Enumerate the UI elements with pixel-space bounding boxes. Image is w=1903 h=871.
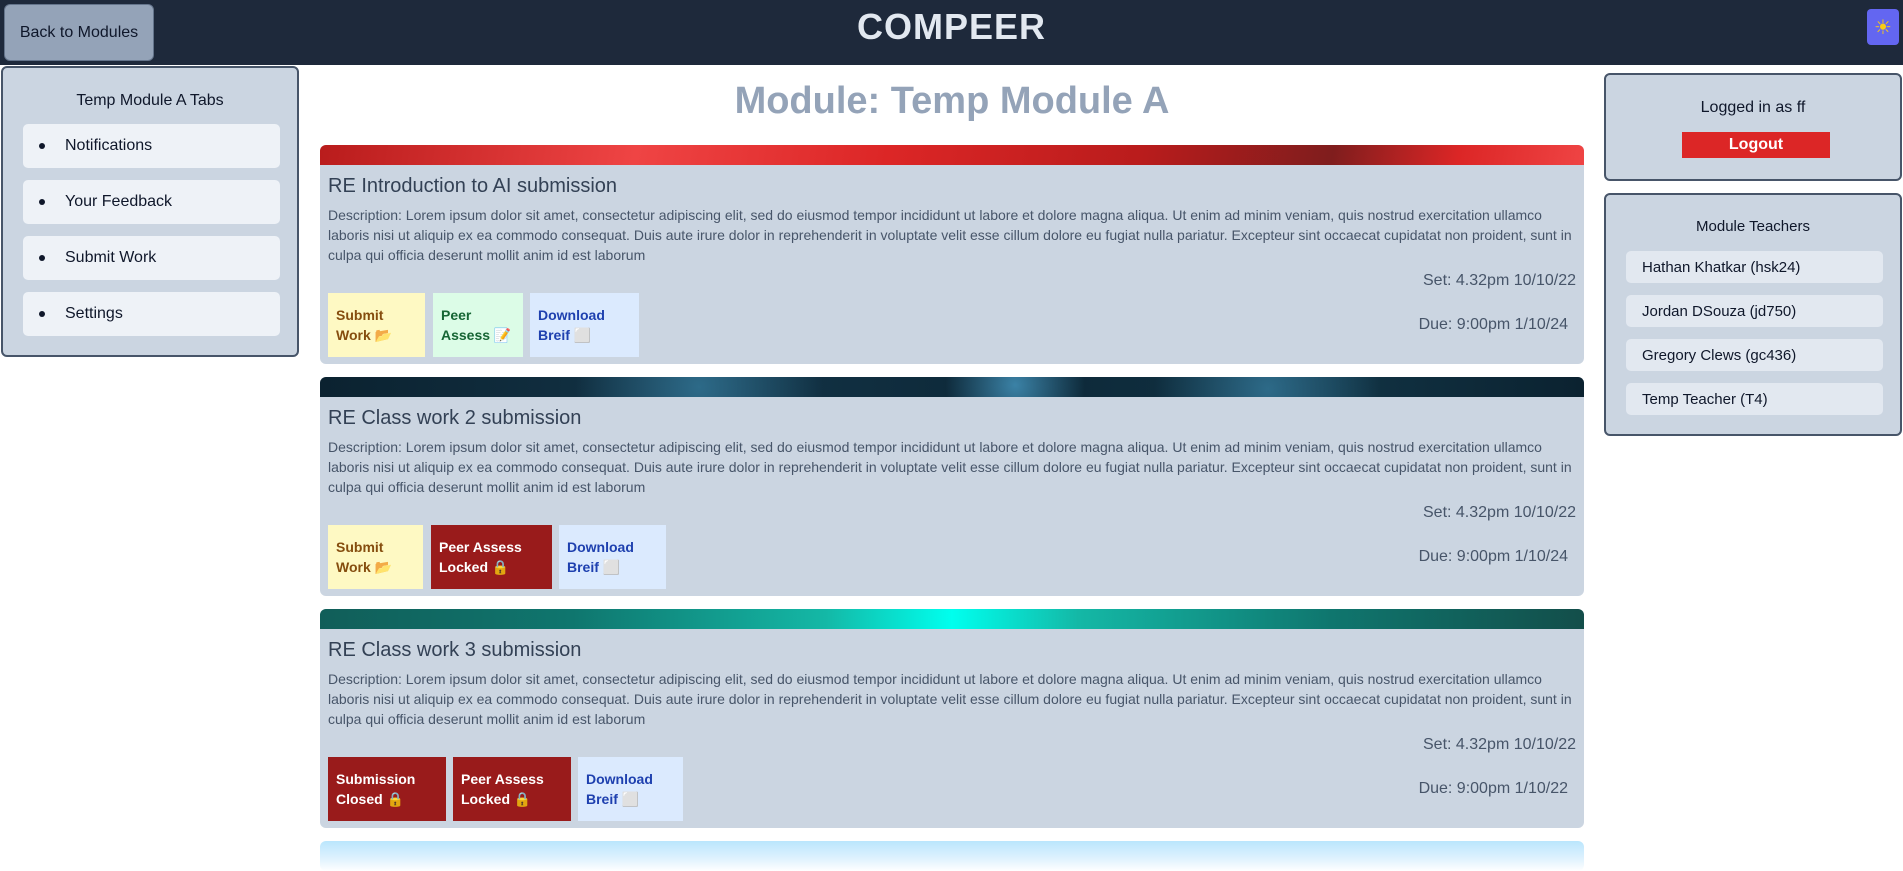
module-tabs-panel: Temp Module A Tabs Notifications Your Fe… bbox=[1, 66, 299, 357]
assignment-card: RE Class work 2 submission Description: … bbox=[320, 377, 1584, 596]
assignment-title: RE Class work 2 submission bbox=[328, 407, 582, 429]
bullet-icon bbox=[39, 199, 45, 205]
teacher-item: Hathan Khatkar (hsk24) bbox=[1626, 251, 1883, 283]
button-label: Work 📂 bbox=[336, 559, 393, 575]
module-teachers-panel: Module Teachers Hathan Khatkar (hsk24) J… bbox=[1604, 193, 1902, 436]
bullet-icon bbox=[39, 311, 45, 317]
due-date: Due: 9:00pm 1/10/22 bbox=[1418, 780, 1568, 797]
button-label: Peer Assess bbox=[461, 771, 544, 787]
button-label: Submit bbox=[336, 539, 384, 555]
card-banner bbox=[320, 145, 1584, 165]
tab-submit-work[interactable]: Submit Work bbox=[23, 236, 280, 280]
module-teachers-title: Module Teachers bbox=[1696, 218, 1810, 235]
card-banner bbox=[320, 609, 1584, 629]
top-navbar: Back to Modules COMPEER ☀ bbox=[0, 0, 1903, 65]
theme-toggle-button[interactable]: ☀ bbox=[1867, 9, 1899, 45]
button-label: Work 📂 bbox=[336, 327, 393, 343]
tab-notifications[interactable]: Notifications bbox=[23, 124, 280, 168]
button-label: Closed 🔒 bbox=[336, 791, 404, 807]
assignment-description: Description: Lorem ipsum dolor sit amet,… bbox=[328, 671, 1572, 727]
button-label: Locked 🔒 bbox=[439, 559, 510, 575]
button-label: Assess 📝 bbox=[441, 327, 512, 343]
download-brief-button[interactable]: Download Breif ⬜ bbox=[559, 525, 666, 589]
module-heading: Module: Temp Module A bbox=[734, 80, 1170, 122]
bullet-icon bbox=[39, 143, 45, 149]
logout-button[interactable]: Logout bbox=[1682, 132, 1830, 158]
download-brief-button[interactable]: Download Breif ⬜ bbox=[530, 293, 639, 357]
assignment-title: RE Class work 3 submission bbox=[328, 639, 582, 661]
due-date: Due: 9:00pm 1/10/24 bbox=[1418, 316, 1568, 333]
set-date: Set: 4.32pm 10/10/22 bbox=[1423, 272, 1576, 289]
card-banner bbox=[320, 377, 1584, 397]
teacher-item: Gregory Clews (gc436) bbox=[1626, 339, 1883, 371]
assignment-card bbox=[320, 841, 1584, 871]
peer-assess-button[interactable]: Peer Assess 📝 bbox=[433, 293, 523, 357]
teacher-item: Jordan DSouza (jd750) bbox=[1626, 295, 1883, 327]
bullet-icon bbox=[39, 255, 45, 261]
logged-in-label: Logged in as ff bbox=[1700, 99, 1806, 116]
submit-work-button[interactable]: Submit Work 📂 bbox=[328, 293, 425, 357]
account-panel: Logged in as ff Logout bbox=[1604, 73, 1902, 181]
tab-label: Notifications bbox=[65, 137, 153, 154]
sun-icon: ☀ bbox=[1874, 16, 1892, 39]
app-title: COMPEER bbox=[856, 6, 1047, 47]
due-date: Due: 9:00pm 1/10/24 bbox=[1418, 548, 1568, 565]
assignment-description: Description: Lorem ipsum dolor sit amet,… bbox=[328, 207, 1572, 263]
peer-assess-locked-button[interactable]: Peer Assess Locked 🔒 bbox=[453, 757, 571, 821]
button-label: Locked 🔒 bbox=[461, 791, 532, 807]
button-label: Download bbox=[567, 539, 634, 555]
button-label: Breif ⬜ bbox=[538, 327, 592, 343]
set-date: Set: 4.32pm 10/10/22 bbox=[1423, 736, 1576, 753]
tab-settings[interactable]: Settings bbox=[23, 292, 280, 336]
tab-label: Submit Work bbox=[65, 249, 157, 266]
set-date: Set: 4.32pm 10/10/22 bbox=[1423, 504, 1576, 521]
button-label: Submit bbox=[336, 307, 384, 323]
button-label: Download bbox=[586, 771, 653, 787]
button-label: Peer Assess bbox=[439, 539, 522, 555]
download-brief-button[interactable]: Download Breif ⬜ bbox=[578, 757, 683, 821]
submission-closed-button[interactable]: Submission Closed 🔒 bbox=[328, 757, 446, 821]
button-label: Breif ⬜ bbox=[567, 559, 621, 575]
peer-assess-locked-button[interactable]: Peer Assess Locked 🔒 bbox=[431, 525, 552, 589]
button-label: Download bbox=[538, 307, 605, 323]
assignment-card: RE Introduction to AI submission Descrip… bbox=[320, 145, 1584, 364]
assignment-description: Description: Lorem ipsum dolor sit amet,… bbox=[328, 439, 1572, 495]
tab-label: Your Feedback bbox=[65, 193, 173, 210]
tab-your-feedback[interactable]: Your Feedback bbox=[23, 180, 280, 224]
card-banner bbox=[320, 841, 1584, 871]
submit-work-button[interactable]: Submit Work 📂 bbox=[328, 525, 423, 589]
assignment-title: RE Introduction to AI submission bbox=[328, 175, 618, 197]
button-label: Peer bbox=[441, 307, 472, 323]
teacher-item: Temp Teacher (T4) bbox=[1626, 383, 1883, 415]
button-label: Submission bbox=[336, 771, 416, 787]
tab-label: Settings bbox=[65, 305, 123, 322]
assignment-card: RE Class work 3 submission Description: … bbox=[320, 609, 1584, 828]
module-tabs-title: Temp Module A Tabs bbox=[76, 92, 224, 109]
button-label: Breif ⬜ bbox=[586, 791, 640, 807]
